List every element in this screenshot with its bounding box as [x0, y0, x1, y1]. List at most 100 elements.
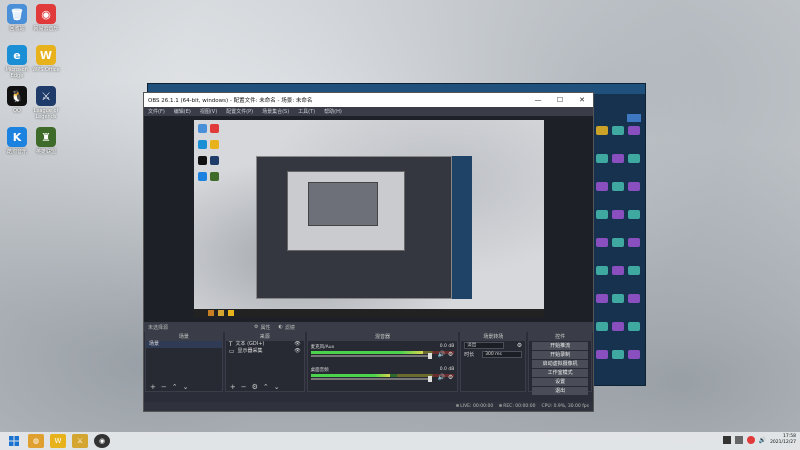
game-tile[interactable] [612, 210, 624, 219]
tray-app-icon[interactable] [734, 436, 743, 444]
game-tile[interactable] [612, 322, 624, 331]
add-icon[interactable]: + [150, 383, 156, 391]
menu-edit[interactable]: 编辑(E) [174, 108, 191, 115]
source-item[interactable]: T 文本 (GDI+) 👁 [226, 341, 304, 348]
move-down-icon[interactable]: ⌄ [274, 383, 280, 391]
game-tile[interactable] [612, 154, 624, 163]
start-streaming-button[interactable]: 开始推流 [532, 342, 588, 350]
speaker-icon[interactable]: 🔊 [438, 351, 445, 358]
game-tile[interactable] [596, 210, 608, 219]
game-tile[interactable] [612, 350, 624, 359]
desktop-icon[interactable]: ◉ 网易云音乐 [29, 4, 63, 32]
menu-help[interactable]: 帮助(H) [324, 108, 342, 115]
eye-icon[interactable]: 👁 [294, 348, 300, 355]
duration-input[interactable]: 300 ms [482, 351, 523, 358]
start-virtual-camera-button[interactable]: 启动虚拟摄像机 [532, 360, 588, 368]
controls-dock-title: 控件 [529, 333, 591, 341]
gear-icon[interactable]: ⚙ [448, 374, 453, 381]
game-tile[interactable] [596, 126, 608, 135]
app-icon: ◉ [98, 437, 106, 445]
properties-button[interactable]: ⚙ 属性 [254, 324, 271, 331]
game-tile[interactable] [596, 322, 608, 331]
game-tile[interactable] [612, 126, 624, 135]
clock-date: 2021/12/27 [770, 440, 796, 445]
menu-profile[interactable]: 配置文件(P) [226, 108, 253, 115]
menu-scene-collection[interactable]: 场景集合(S) [262, 108, 289, 115]
transition-select[interactable]: 淡出 [464, 342, 505, 349]
live-label: LIVE: [460, 404, 472, 409]
add-icon[interactable]: + [230, 383, 236, 391]
game-tile[interactable] [596, 294, 608, 303]
scene-item-label: 场景 [149, 341, 160, 347]
menu-view[interactable]: 视图(V) [200, 108, 217, 115]
taskbar-clock[interactable]: 17:58 2021/12/27 [770, 434, 796, 446]
close-icon[interactable]: ✕ [571, 96, 593, 104]
game-action-button[interactable] [627, 114, 641, 122]
filters-button[interactable]: ◐ 滤镜 [279, 324, 295, 331]
volume-slider[interactable] [310, 376, 433, 382]
game-tile[interactable] [596, 350, 608, 359]
source-item[interactable]: ▭ 显示器采集 👁 [226, 348, 304, 355]
taskbar-app-obs[interactable]: ◍ [28, 434, 44, 448]
volume-slider[interactable] [310, 353, 433, 359]
speaker-icon[interactable]: 🔊 [438, 374, 445, 381]
preview-canvas[interactable] [194, 120, 544, 317]
game-tile[interactable] [596, 266, 608, 275]
move-up-icon[interactable]: ⌃ [172, 383, 178, 391]
exit-button[interactable]: 退出 [532, 387, 588, 395]
remove-icon[interactable]: − [161, 383, 167, 391]
taskbar-app-game[interactable]: ⚔ [72, 434, 88, 448]
game-tile[interactable] [596, 182, 608, 191]
volume-knob[interactable] [428, 376, 433, 382]
studio-mode-button[interactable]: 工作室模式 [532, 369, 588, 377]
eye-icon[interactable]: 👁 [294, 341, 300, 348]
game-tile[interactable] [612, 266, 624, 275]
properties-label: 属性 [260, 324, 271, 331]
game-tile[interactable] [596, 238, 608, 247]
taskbar-app-obs-studio[interactable]: ◉ [94, 434, 110, 448]
taskbar-app-wps[interactable]: W [50, 434, 66, 448]
game-tile[interactable] [612, 182, 624, 191]
volume-tray-icon[interactable]: 🔊 [759, 437, 766, 444]
scene-item[interactable]: 场景 [146, 341, 222, 348]
tray-app-icon[interactable] [722, 436, 731, 444]
netease-tray-icon[interactable] [746, 436, 755, 444]
game-tile[interactable] [612, 238, 624, 247]
start-button[interactable] [6, 434, 22, 448]
start-recording-button[interactable]: 开始录制 [532, 351, 588, 359]
game-tile[interactable] [612, 294, 624, 303]
game-tile[interactable] [628, 238, 640, 247]
menu-tools[interactable]: 工具(T) [298, 108, 315, 115]
maximize-icon[interactable]: ☐ [549, 96, 571, 104]
menu-file[interactable]: 文件(F) [148, 108, 165, 115]
obs-window[interactable]: OBS 26.1.1 (64-bit, windows) - 配置文件: 未命名… [143, 92, 594, 412]
gear-icon[interactable]: ⚙ [448, 351, 453, 358]
game-tile[interactable] [596, 154, 608, 163]
game-tile[interactable] [628, 294, 640, 303]
game-tile[interactable] [628, 182, 640, 191]
game-tile[interactable] [628, 154, 640, 163]
gear-icon[interactable]: ⚙ [252, 383, 258, 391]
move-up-icon[interactable]: ⌃ [263, 383, 269, 391]
desktop-icon[interactable]: ⚔ League of Legends [29, 86, 63, 120]
game-tile[interactable] [628, 266, 640, 275]
gear-icon[interactable]: ⚙ [517, 342, 522, 349]
game-tile[interactable] [628, 210, 640, 219]
game-tile[interactable] [628, 350, 640, 359]
lol-client-icon: ♜ [36, 127, 56, 147]
mixer-dock-title: 混音器 [307, 333, 458, 341]
obs-titlebar[interactable]: OBS 26.1.1 (64-bit, windows) - 配置文件: 未命名… [144, 93, 593, 107]
desktop-icon[interactable]: ♜ 英雄联盟 [29, 127, 63, 155]
scenes-dock: 场景 场景 + − ⌃ ⌄ [145, 332, 223, 392]
game-tile[interactable] [628, 322, 640, 331]
mixer-channel: 麦克风/Aux 0.0 dB 🔊 ⚙ [310, 344, 455, 359]
volume-knob[interactable] [428, 353, 433, 359]
mixer-channel: 桌面音频 0.0 dB 🔊 ⚙ [310, 367, 455, 382]
mixer-channel-name: 麦克风/Aux [310, 345, 335, 350]
game-tile[interactable] [628, 126, 640, 135]
settings-button[interactable]: 设置 [532, 378, 588, 386]
remove-icon[interactable]: − [241, 383, 247, 391]
move-down-icon[interactable]: ⌄ [183, 383, 189, 391]
minimize-icon[interactable]: — [527, 96, 549, 104]
desktop-icon[interactable]: W WPS Office [29, 45, 63, 73]
